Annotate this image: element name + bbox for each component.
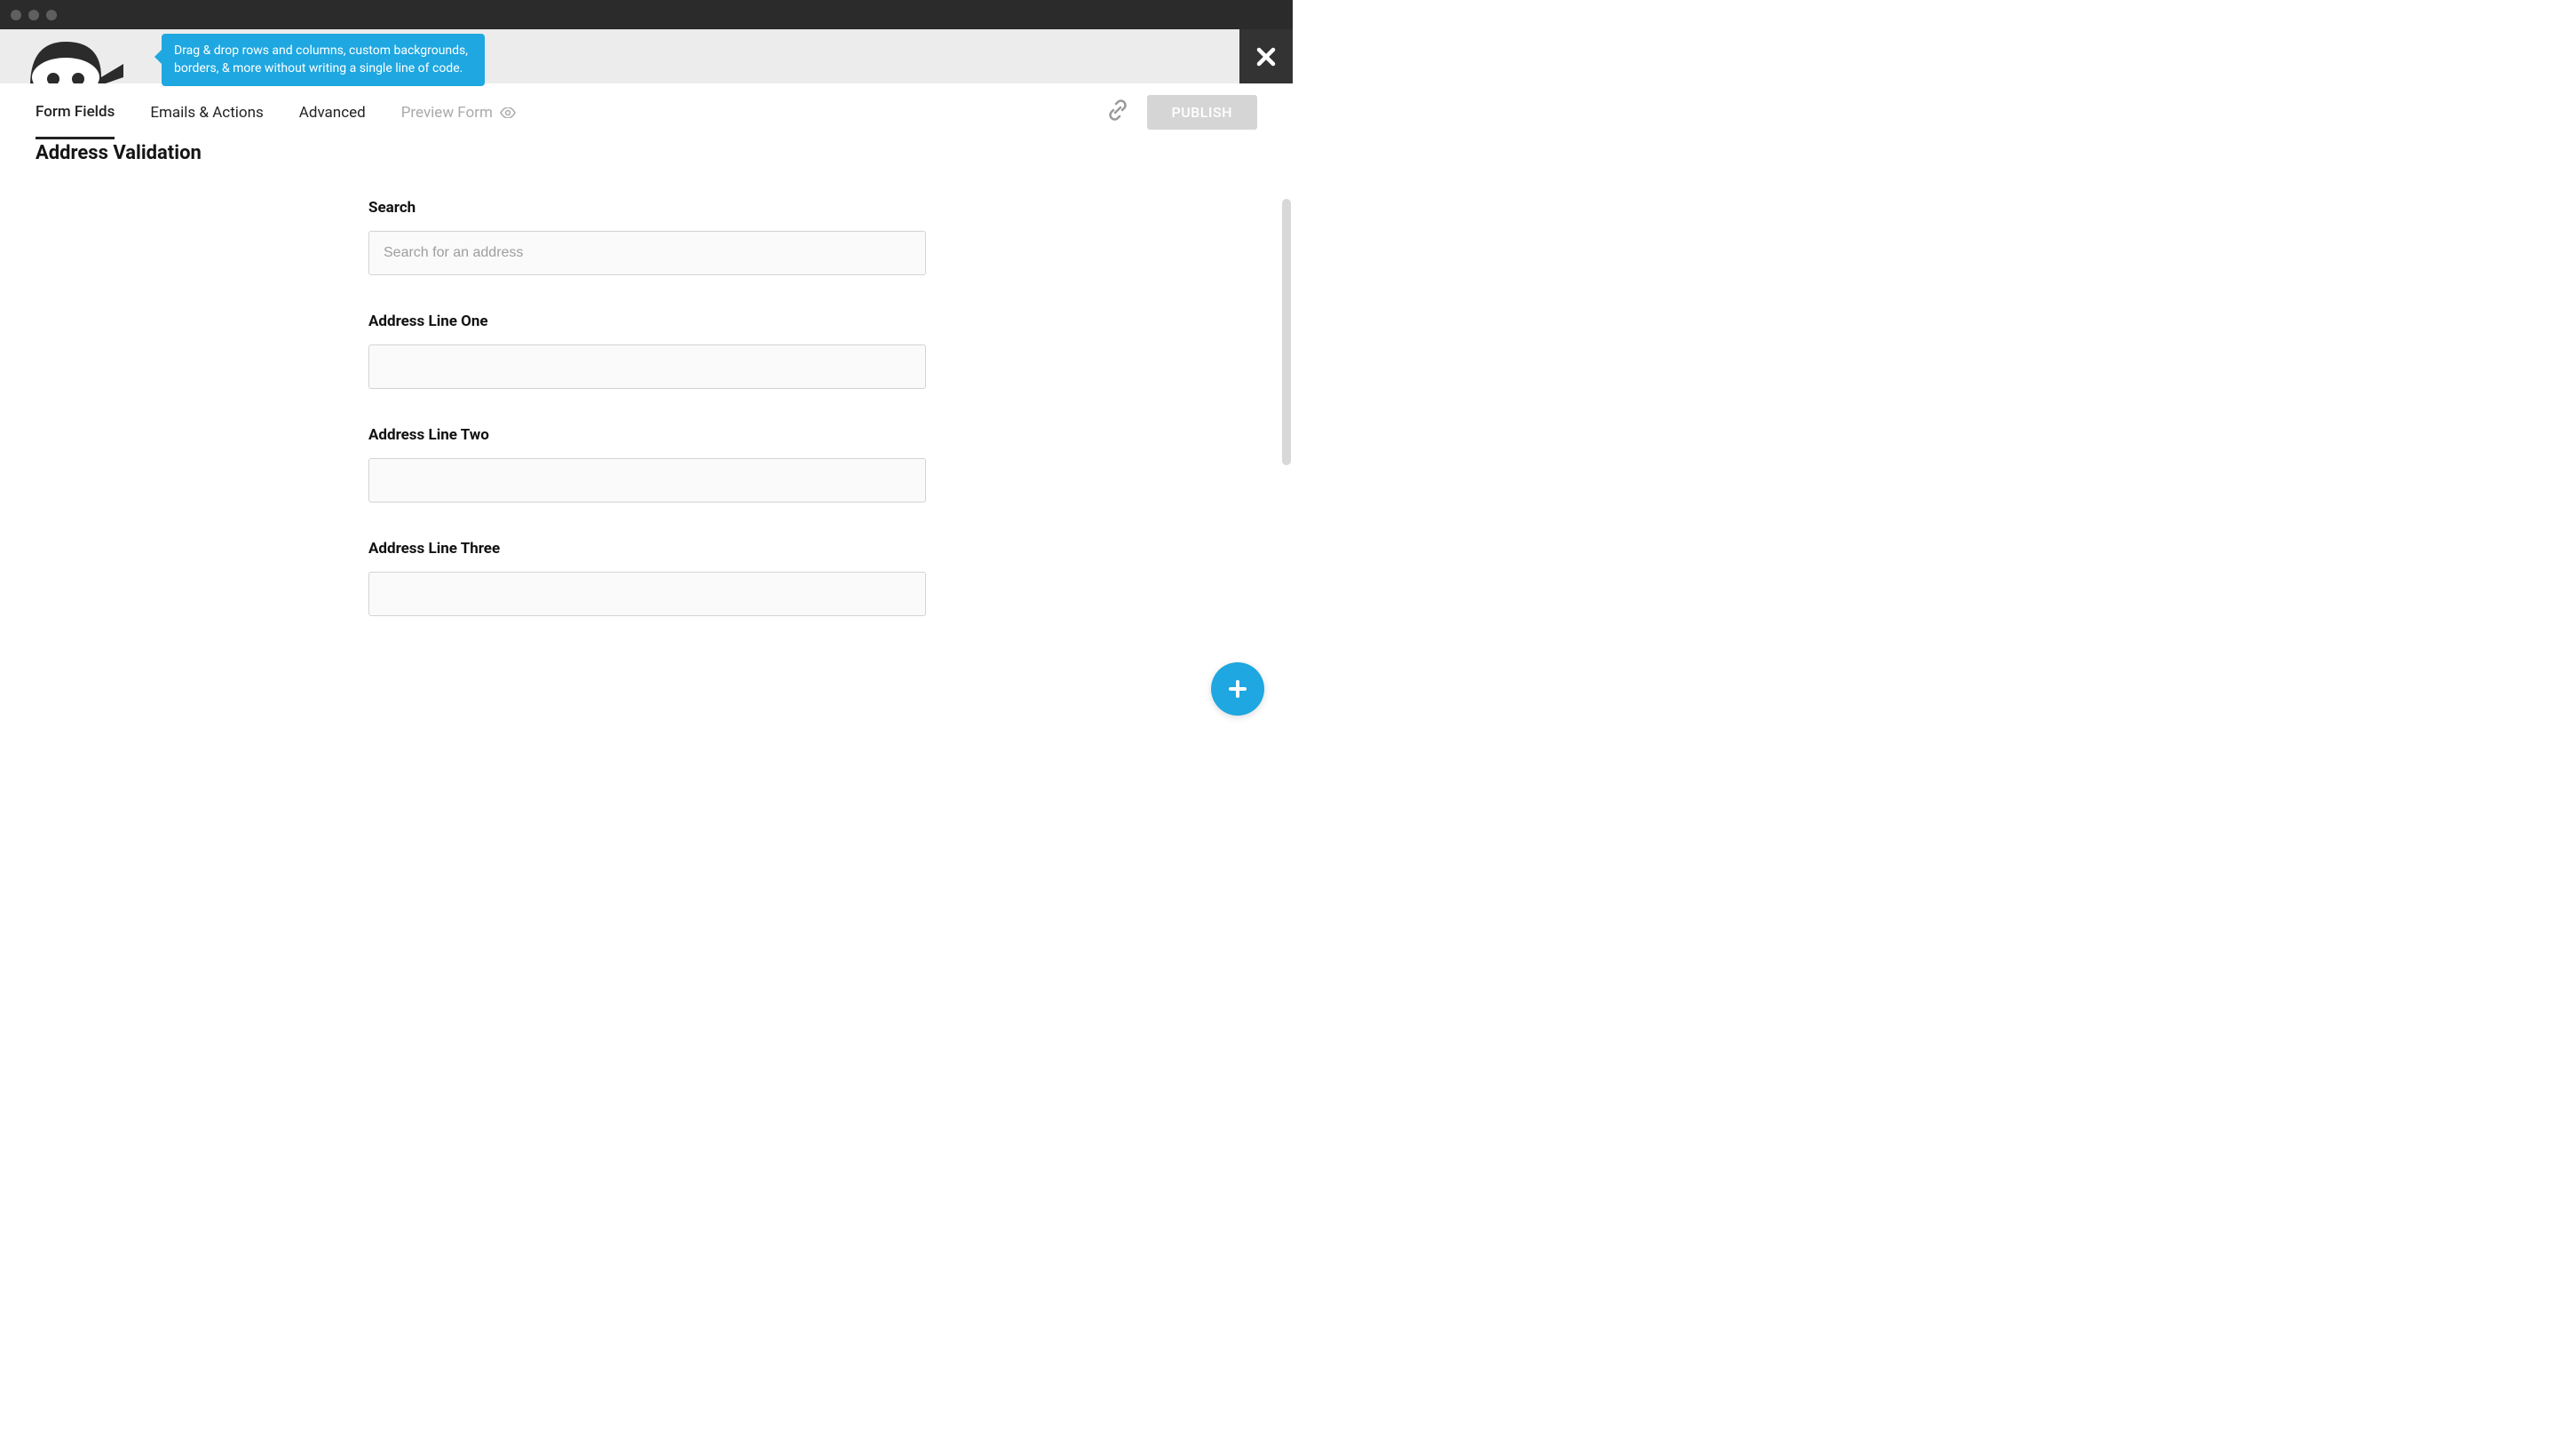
tab-label: Preview Form bbox=[401, 104, 493, 122]
close-button[interactable] bbox=[1239, 29, 1293, 83]
tab-label: Advanced bbox=[299, 104, 366, 122]
window-titlebar bbox=[0, 0, 1293, 29]
tabbar-actions: PUBLISH bbox=[1106, 95, 1258, 130]
tab-bar: Form Fields Emails & Actions Advanced Pr… bbox=[0, 83, 1293, 140]
tab-emails-actions[interactable]: Emails & Actions bbox=[150, 86, 263, 138]
tabs-group: Form Fields Emails & Actions Advanced Pr… bbox=[36, 85, 516, 139]
field-label: Address Line One bbox=[368, 313, 926, 330]
promo-tooltip: Drag & drop rows and columns, custom bac… bbox=[162, 34, 485, 86]
field-label: Address Line Two bbox=[368, 426, 926, 444]
field-block-addr3: Address Line Three bbox=[368, 540, 926, 616]
publish-button[interactable]: PUBLISH bbox=[1147, 95, 1258, 130]
window-dot bbox=[28, 10, 39, 20]
tab-preview-form[interactable]: Preview Form bbox=[401, 86, 516, 138]
address-line-three-input[interactable] bbox=[368, 572, 926, 616]
window-dot bbox=[11, 10, 21, 20]
link-icon bbox=[1106, 99, 1129, 122]
close-icon bbox=[1256, 47, 1276, 67]
tab-label: Form Fields bbox=[36, 103, 115, 121]
tooltip-text: Drag & drop rows and columns, custom bac… bbox=[174, 44, 468, 75]
address-line-two-input[interactable] bbox=[368, 458, 926, 502]
content-scroll: Search Address Line One Address Line Two… bbox=[0, 199, 1293, 724]
field-block-search: Search bbox=[368, 199, 926, 275]
publish-label: PUBLISH bbox=[1172, 104, 1233, 121]
tab-label: Emails & Actions bbox=[150, 104, 263, 122]
ninja-logo-icon bbox=[21, 33, 128, 83]
add-field-fab[interactable] bbox=[1211, 662, 1264, 716]
field-label: Search bbox=[368, 199, 926, 217]
form-area: Search Address Line One Address Line Two… bbox=[368, 199, 926, 616]
search-input[interactable] bbox=[368, 231, 926, 275]
address-line-one-input[interactable] bbox=[368, 344, 926, 389]
field-block-addr1: Address Line One bbox=[368, 313, 926, 389]
plus-icon bbox=[1227, 678, 1248, 700]
window-dot bbox=[46, 10, 57, 20]
field-block-addr2: Address Line Two bbox=[368, 426, 926, 502]
eye-icon bbox=[500, 107, 516, 118]
app-logo bbox=[21, 29, 146, 83]
link-button[interactable] bbox=[1106, 99, 1129, 125]
field-label: Address Line Three bbox=[368, 540, 926, 558]
page-title: Address Validation bbox=[0, 140, 1293, 164]
tab-form-fields[interactable]: Form Fields bbox=[36, 85, 115, 139]
tab-advanced[interactable]: Advanced bbox=[299, 86, 366, 138]
